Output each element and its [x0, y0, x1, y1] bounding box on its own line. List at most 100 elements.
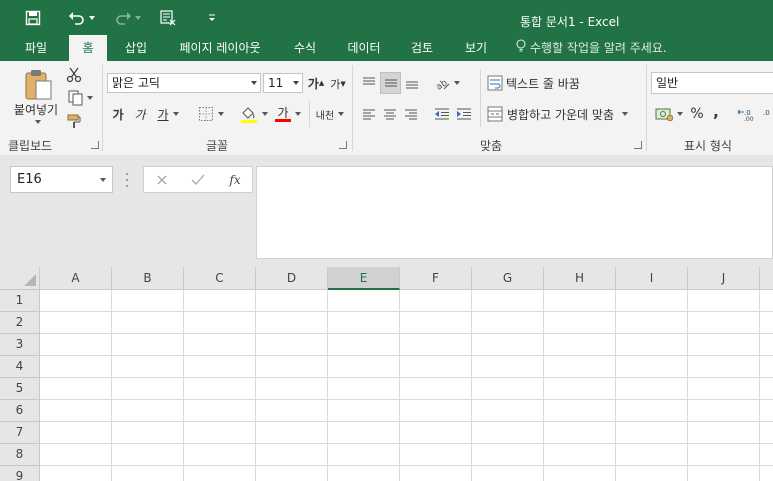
svg-text:ab: ab: [435, 78, 450, 91]
font-launcher-icon[interactable]: [339, 141, 347, 149]
borders-icon: [199, 107, 213, 121]
cancel-entry-icon[interactable]: [152, 171, 172, 189]
formula-controls: fx: [143, 166, 253, 193]
percent-label: %: [690, 106, 704, 122]
orientation-icon: ab: [435, 78, 450, 91]
row-header-3[interactable]: 3: [0, 334, 40, 356]
italic-button[interactable]: 가: [131, 104, 149, 124]
column-header-h[interactable]: H: [544, 267, 616, 290]
row-header-5[interactable]: 5: [0, 378, 40, 400]
align-right-icon[interactable]: [401, 104, 421, 124]
paste-icon[interactable]: [18, 66, 58, 102]
orientation-button[interactable]: ab: [431, 72, 463, 94]
clipboard-group-label: 클립보드: [8, 139, 53, 153]
undo-icon[interactable]: [64, 8, 98, 28]
column-header-e[interactable]: E: [328, 267, 400, 290]
row-header-7[interactable]: 7: [0, 422, 40, 444]
ribbon-tab-bar: 파일 홈 삽입 페이지 레이아웃 수식 데이터 검토 보기 수행할 작업을 알려…: [0, 35, 773, 61]
bold-button[interactable]: 가: [109, 104, 127, 124]
document-title: 통합 문서1 - Excel: [520, 15, 620, 29]
merge-center-button[interactable]: 병합하고 가운데 맞춤: [487, 104, 643, 124]
comma-button[interactable]: ,: [708, 102, 724, 122]
row-header-6[interactable]: 6: [0, 400, 40, 422]
phonetic-button[interactable]: 내천: [314, 104, 346, 124]
tab-page-layout[interactable]: 페이지 레이아웃: [168, 35, 272, 61]
format-painter-icon[interactable]: [64, 111, 84, 131]
select-all-button[interactable]: [0, 267, 40, 290]
cut-icon[interactable]: [64, 65, 84, 85]
fill-bucket-icon: [241, 107, 257, 123]
row-header-4[interactable]: 4: [0, 356, 40, 378]
number-format-value: 일반: [656, 76, 679, 90]
copy-icon[interactable]: [64, 88, 96, 108]
save-icon[interactable]: [22, 8, 44, 28]
decrease-indent-icon[interactable]: [432, 104, 452, 124]
tab-insert[interactable]: 삽입: [117, 35, 155, 61]
name-box[interactable]: E16: [10, 166, 113, 193]
svg-text:.00: .00: [744, 116, 754, 121]
font-name-combo[interactable]: 맑은 고딕: [107, 73, 261, 93]
align-top-icon[interactable]: [359, 72, 379, 94]
row-header-2[interactable]: 2: [0, 312, 40, 334]
column-header-a[interactable]: A: [40, 267, 112, 290]
wrap-text-button[interactable]: 텍스트 줄 바꿈: [487, 72, 591, 94]
paste-label: 붙여넣기: [13, 102, 59, 117]
tab-file[interactable]: 파일: [13, 35, 59, 61]
increase-decimal-icon[interactable]: .0.00: [736, 104, 760, 124]
align-center-icon[interactable]: [380, 104, 400, 124]
align-bottom-icon[interactable]: [402, 72, 422, 94]
paste-dropdown-icon[interactable]: [18, 117, 58, 127]
align-left-icon[interactable]: [359, 104, 379, 124]
row-header-1[interactable]: 1: [0, 290, 40, 312]
form-icon[interactable]: [157, 8, 179, 28]
confirm-entry-icon[interactable]: [188, 171, 208, 189]
tab-view[interactable]: 보기: [456, 35, 496, 61]
bold-label: 가: [112, 107, 124, 122]
accounting-format-button[interactable]: [652, 104, 686, 124]
column-header-d[interactable]: D: [256, 267, 328, 290]
tab-formulas[interactable]: 수식: [285, 35, 325, 61]
column-header-g[interactable]: G: [472, 267, 544, 290]
grow-font-button[interactable]: 가 ▲: [306, 73, 326, 93]
shrink-font-button[interactable]: 가 ▼: [328, 74, 348, 94]
tab-home[interactable]: 홈: [69, 35, 107, 61]
number-format-combo[interactable]: 일반: [651, 72, 773, 94]
cell-grid[interactable]: [40, 290, 773, 481]
row-header-9[interactable]: 9: [0, 466, 40, 481]
underline-button[interactable]: 가: [153, 104, 183, 124]
column-header-f[interactable]: F: [400, 267, 472, 290]
decrease-decimal-icon[interactable]: .0: [762, 104, 773, 124]
clipboard-launcher-icon[interactable]: [91, 141, 99, 149]
row-header-8[interactable]: 8: [0, 444, 40, 466]
paste-button[interactable]: 붙여넣기: [8, 101, 64, 117]
tab-data[interactable]: 데이터: [338, 35, 390, 61]
align-middle-icon[interactable]: [380, 72, 401, 94]
tell-me-text: 수행할 작업을 알려 주세요.: [530, 41, 667, 55]
tab-review[interactable]: 검토: [402, 35, 442, 61]
ribbon: 붙여넣기 클립보드 맑은 고딕 11 가 ▲ 가 ▼ 가 가 가 가 내천 글꼴…: [0, 61, 773, 156]
tell-me-box[interactable]: 수행할 작업을 알려 주세요.: [516, 35, 667, 61]
increase-indent-icon[interactable]: [454, 104, 474, 124]
percent-button[interactable]: %: [688, 104, 706, 124]
formula-bar-grip[interactable]: [126, 173, 129, 187]
comma-label: ,: [713, 103, 719, 121]
column-header-j[interactable]: J: [688, 267, 760, 290]
font-color-button[interactable]: 가: [272, 104, 304, 124]
phonetic-label: 내천: [315, 110, 335, 122]
column-header-b[interactable]: B: [112, 267, 184, 290]
redo-icon[interactable]: [110, 8, 144, 28]
column-header-partial[interactable]: [760, 267, 773, 290]
column-header-i[interactable]: I: [616, 267, 688, 290]
column-header-c[interactable]: C: [184, 267, 256, 290]
font-size-combo[interactable]: 11: [263, 73, 303, 93]
insert-function-button[interactable]: fx: [224, 171, 246, 189]
formula-input[interactable]: [256, 166, 773, 259]
wrap-text-label: 텍스트 줄 바꿈: [506, 76, 580, 91]
fill-color-button[interactable]: [238, 104, 270, 124]
shrink-font-label: 가: [330, 78, 341, 91]
borders-button[interactable]: [194, 104, 228, 124]
customize-icon[interactable]: [204, 8, 220, 28]
alignment-launcher-icon[interactable]: [634, 141, 642, 149]
font-group-label: 글꼴: [206, 139, 229, 153]
grow-font-label: 가: [307, 76, 319, 91]
